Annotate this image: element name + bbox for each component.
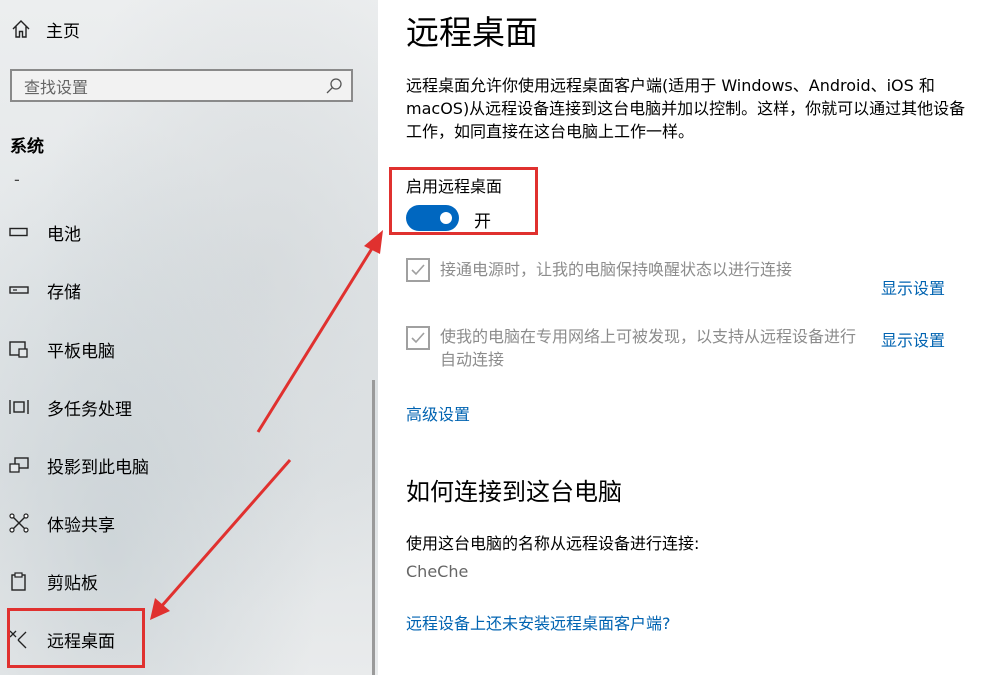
sidebar-scrollbar[interactable] [372,380,375,675]
keep-awake-label: 接通电源时，让我的电脑保持唤醒状态以进行连接 [440,260,793,279]
sidebar-item-label: 电池 [47,224,81,245]
search-input[interactable]: 查找设置 [12,74,325,98]
main-content: 远程桌面 远程桌面允许你使用远程桌面客户端(适用于 Windows、Androi… [378,0,1007,675]
search-icon[interactable] [325,77,343,95]
storage-icon [9,286,29,294]
search-box[interactable]: 查找设置 [10,69,353,102]
home-link[interactable]: 主页 [10,14,80,44]
sidebar-item-clipboard[interactable]: 剪贴板 [8,564,98,598]
no-client-link[interactable]: 远程设备上还未安装远程桌面客户端? [406,610,671,634]
projecting-icon [9,457,29,473]
sidebar-item-multitasking[interactable]: 多任务处理 [8,390,132,424]
annotation-box-remote-desktop [7,608,145,668]
sidebar-item-label: 多任务处理 [47,399,132,420]
page-title: 远程桌面 [406,13,538,52]
sidebar-item-battery[interactable]: 电池 [8,215,81,249]
multitasking-icon [9,400,29,414]
home-icon [12,20,30,38]
advanced-settings-link[interactable]: 高级设置 [406,401,470,425]
battery-icon [9,227,28,237]
annotation-box-toggle [389,167,538,235]
section-title: 系统 [10,137,44,157]
sidebar-item-label: 平板电脑 [47,341,115,362]
discoverable-checkbox[interactable] [406,326,430,350]
home-label: 主页 [46,21,80,42]
sidebar: 主页 查找设置 系统 - 电池 存储 平板电脑 多任务处理 投影到此电脑 体验共… [0,0,378,675]
check-icon [411,332,425,344]
sidebar-item-shared-experiences[interactable]: 体验共享 [8,506,115,540]
how-to-connect-info: 使用这台电脑的名称从远程设备进行连接: [406,534,700,553]
sidebar-item-label: 剪贴板 [47,573,98,594]
sidebar-item-tablet[interactable]: 平板电脑 [8,332,115,366]
section-dash: - [14,170,20,189]
sidebar-item-label: 投影到此电脑 [47,457,149,478]
sidebar-item-label: 体验共享 [47,515,115,536]
discoverable-label: 使我的电脑在专用网络上可被发现，以支持从远程设备进行自动连接 [440,327,857,369]
description: 远程桌面允许你使用远程桌面客户端(适用于 Windows、Android、iOS… [406,76,966,141]
shared-experiences-icon [9,513,29,533]
keep-awake-checkbox[interactable] [406,258,430,282]
show-settings-link-1[interactable]: 显示设置 [881,275,945,299]
sidebar-item-projecting[interactable]: 投影到此电脑 [8,448,149,482]
check-icon [411,264,425,276]
show-settings-link-2[interactable]: 显示设置 [881,327,945,351]
how-to-connect-heading: 如何连接到这台电脑 [406,478,622,506]
clipboard-icon [11,572,26,591]
tablet-icon [9,341,28,358]
sidebar-item-storage[interactable]: 存储 [8,273,81,307]
sidebar-item-label: 存储 [47,282,81,303]
pc-name: CheChe [406,562,469,581]
